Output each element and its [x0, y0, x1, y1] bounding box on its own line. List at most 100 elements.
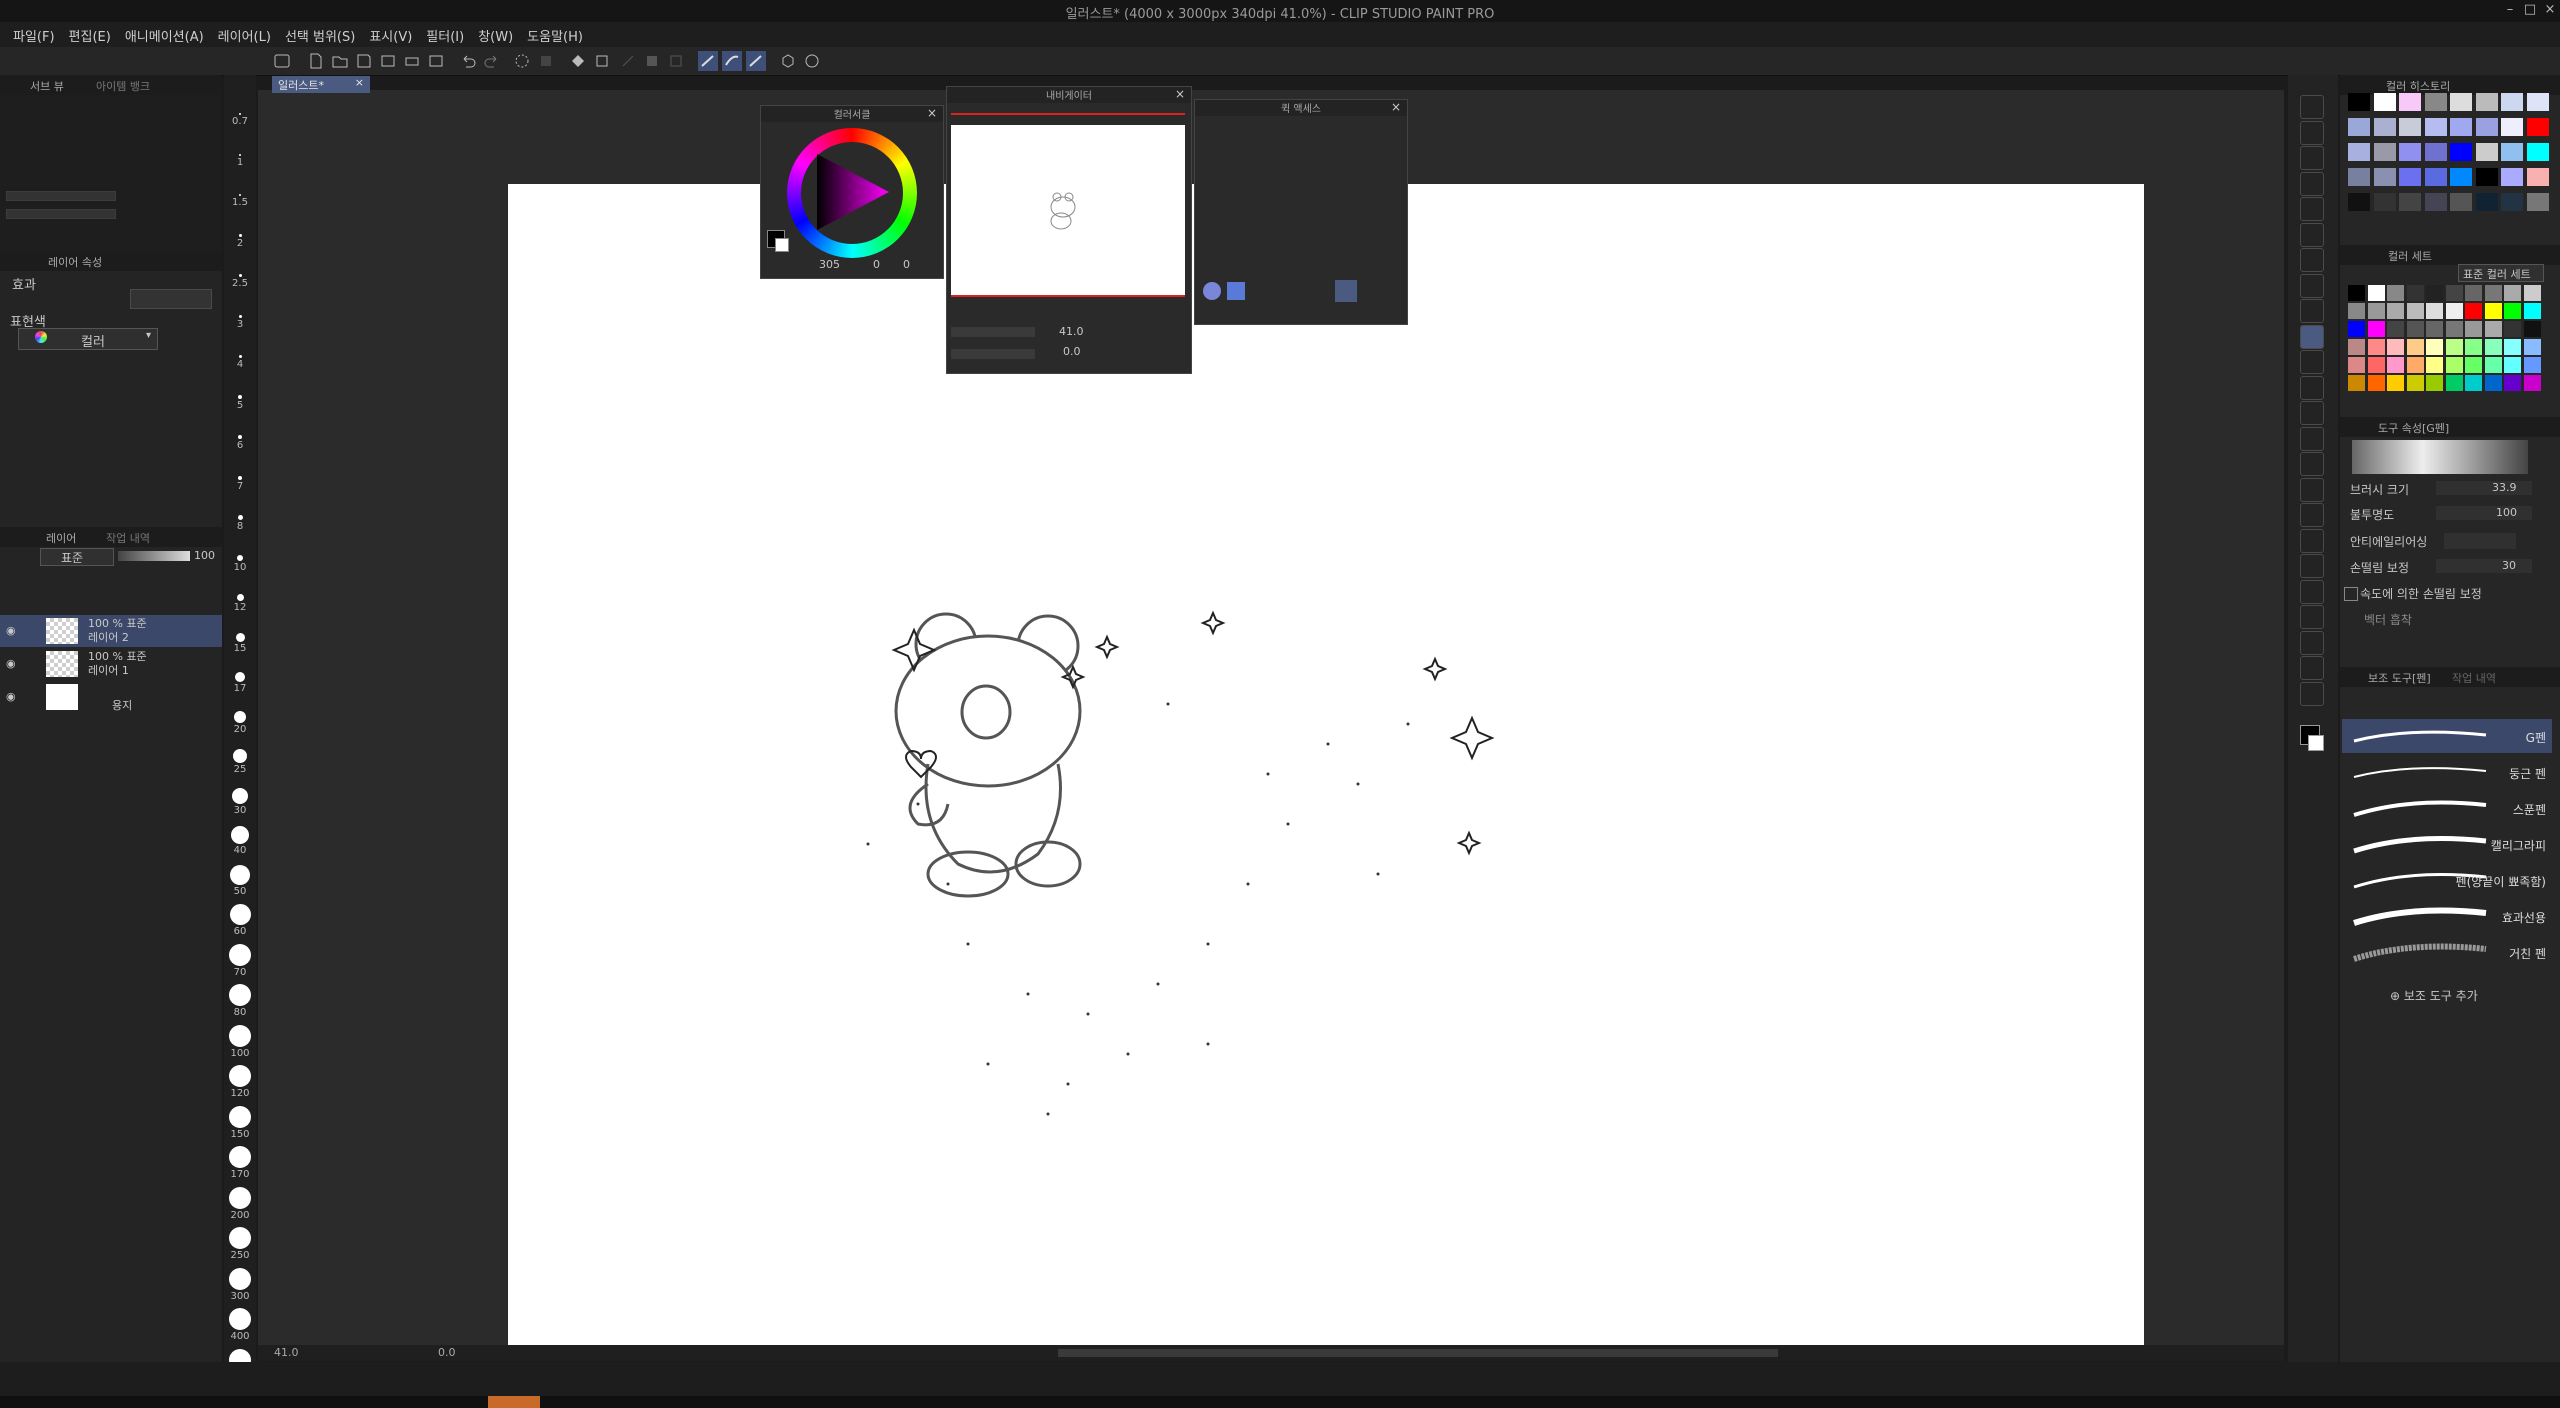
- brush-size-preset[interactable]: 200: [224, 1186, 256, 1221]
- gradient-tool-icon[interactable]: [2300, 528, 2324, 553]
- print-icon[interactable]: [402, 51, 422, 71]
- save-icon[interactable]: [354, 51, 374, 71]
- tab-item-bank[interactable]: 아이템 뱅크: [96, 78, 150, 94]
- brush-tool-icon[interactable]: [2300, 375, 2324, 400]
- color-set-swatch[interactable]: [2504, 285, 2521, 301]
- color-set-swatch[interactable]: [2445, 321, 2463, 337]
- brush-size-preset[interactable]: 8: [224, 515, 256, 532]
- pencil-tool-icon[interactable]: [2300, 350, 2324, 374]
- canvas-paper[interactable]: [508, 184, 2144, 1345]
- menu-filter[interactable]: 필터(I): [419, 22, 471, 45]
- color-set-swatch[interactable]: [2465, 321, 2482, 337]
- blend-tool-icon[interactable]: [1203, 282, 1221, 300]
- sub-view-slider-2[interactable]: [6, 209, 116, 219]
- color-set-swatch[interactable]: [2426, 303, 2443, 319]
- color-set-swatch[interactable]: [2523, 339, 2541, 355]
- brush-size-value[interactable]: 33.9: [2492, 481, 2517, 494]
- rotate-slider[interactable]: [951, 349, 1035, 359]
- brush-size-preset[interactable]: 25: [224, 749, 256, 775]
- history-color-swatch[interactable]: [2348, 168, 2370, 186]
- color-set-swatch[interactable]: [2348, 285, 2365, 301]
- history-color-swatch[interactable]: [2373, 93, 2396, 111]
- hue-ring[interactable]: [787, 128, 917, 258]
- brush-size-preset[interactable]: 250: [224, 1227, 256, 1261]
- color-set-swatch[interactable]: [2367, 285, 2385, 301]
- taskbar-app-button[interactable]: [488, 1396, 540, 1408]
- select-tool-icon[interactable]: [2300, 171, 2324, 196]
- sub-color-swatch[interactable]: [775, 238, 789, 252]
- color-set-swatch[interactable]: [2484, 285, 2502, 301]
- layer-row-paper[interactable]: ◉ 용지: [0, 681, 222, 713]
- color-set-swatch[interactable]: [2504, 321, 2521, 337]
- canvas-tab[interactable]: 일러스트* ×: [272, 76, 370, 93]
- tab-sub-tool[interactable]: 보조 도구[펜]: [2368, 670, 2431, 686]
- history-color-swatch[interactable]: [2450, 93, 2472, 111]
- history-color-swatch[interactable]: [2526, 143, 2549, 161]
- color-set-swatch[interactable]: [2504, 357, 2521, 373]
- maximize-button[interactable]: □: [2520, 2, 2540, 20]
- history-color-swatch[interactable]: [2475, 168, 2498, 186]
- history-color-swatch[interactable]: [2526, 118, 2549, 136]
- fill-icon[interactable]: [536, 51, 556, 71]
- tab-sub-tool-history[interactable]: 작업 내역: [2452, 670, 2496, 686]
- undo-icon[interactable]: [458, 51, 478, 71]
- history-color-swatch[interactable]: [2348, 143, 2370, 161]
- expression-color-select[interactable]: 컬러 ▾: [18, 328, 158, 350]
- history-color-swatch[interactable]: [2373, 168, 2396, 186]
- menu-window[interactable]: 창(W): [471, 22, 520, 45]
- snap-special-ruler-icon[interactable]: [722, 51, 742, 71]
- history-color-swatch[interactable]: [2373, 143, 2396, 161]
- eye-icon[interactable]: ◉: [6, 624, 16, 637]
- open-file-icon[interactable]: [330, 51, 350, 71]
- color-set-swatch[interactable]: [2348, 321, 2365, 337]
- ruler-tool-icon[interactable]: [2300, 605, 2324, 629]
- history-color-swatch[interactable]: [2526, 168, 2549, 186]
- history-color-swatch[interactable]: [2348, 193, 2370, 211]
- color-set-swatch[interactable]: [2523, 285, 2541, 301]
- brush-size-preset[interactable]: 300: [224, 1267, 256, 1302]
- sub-tool-calligraphy[interactable]: 캘리그라피: [2342, 827, 2552, 861]
- sub-tool-g-pen[interactable]: G펜: [2342, 719, 2552, 753]
- color-set-swatch[interactable]: [2426, 339, 2443, 355]
- history-color-swatch[interactable]: [2424, 168, 2447, 186]
- airbrush-tool-icon[interactable]: [2300, 401, 2324, 425]
- history-color-swatch[interactable]: [2399, 193, 2421, 211]
- brush-size-preset[interactable]: 20: [224, 710, 256, 735]
- blend-mode-select[interactable]: 표준: [40, 548, 114, 566]
- eyedropper-tool-icon[interactable]: [2300, 299, 2324, 323]
- snap-grid-icon[interactable]: [746, 51, 766, 71]
- history-color-swatch[interactable]: [2450, 168, 2472, 186]
- color-set-swatch[interactable]: [2445, 357, 2463, 373]
- color-set-swatch[interactable]: [2523, 375, 2541, 391]
- transform-icon[interactable]: [592, 51, 612, 71]
- saturation-triangle[interactable]: [811, 152, 893, 234]
- brush-size-preset[interactable]: 12: [224, 594, 256, 613]
- brush-size-preset[interactable]: 170: [224, 1146, 256, 1180]
- menu-animation[interactable]: 애니메이션(A): [118, 22, 211, 45]
- layer-row-2[interactable]: ◉ 100 % 표준 레이어 2: [0, 615, 222, 647]
- move-tool-icon[interactable]: [2300, 248, 2324, 272]
- decoration-tool-icon[interactable]: [2300, 426, 2324, 451]
- brush-size-preset[interactable]: 70: [224, 943, 256, 978]
- color-set-swatch[interactable]: [2387, 339, 2404, 355]
- history-color-swatch[interactable]: [2399, 118, 2421, 136]
- angle-value[interactable]: 0.0: [1063, 345, 1081, 358]
- blend-tool-icon[interactable]: [2300, 477, 2324, 502]
- color-set-swatch[interactable]: [2387, 357, 2404, 373]
- color-set-swatch[interactable]: [2387, 285, 2404, 301]
- g-pen-icon[interactable]: [1335, 280, 1357, 302]
- brush-size-preset[interactable]: 30: [224, 787, 256, 816]
- history-color-swatch[interactable]: [2475, 118, 2498, 136]
- brush-size-preset[interactable]: 5: [224, 394, 256, 411]
- sub-tool-pointed-pen[interactable]: 펜(양끝이 뾰족함): [2342, 863, 2552, 897]
- figure-tool-icon[interactable]: [2300, 554, 2324, 578]
- opacity-value[interactable]: 100: [2496, 506, 2517, 519]
- brush-size-preset[interactable]: 120: [224, 1065, 256, 1099]
- menu-view[interactable]: 표시(V): [362, 22, 419, 45]
- stabilization-value[interactable]: 30: [2502, 559, 2516, 572]
- brush-size-preset[interactable]: 150: [224, 1105, 256, 1140]
- color-set-select[interactable]: 표준 컬러 세트: [2458, 264, 2544, 282]
- history-color-swatch[interactable]: [2373, 193, 2396, 211]
- color-set-swatch[interactable]: [2348, 339, 2365, 355]
- color-set-swatch[interactable]: [2367, 303, 2385, 319]
